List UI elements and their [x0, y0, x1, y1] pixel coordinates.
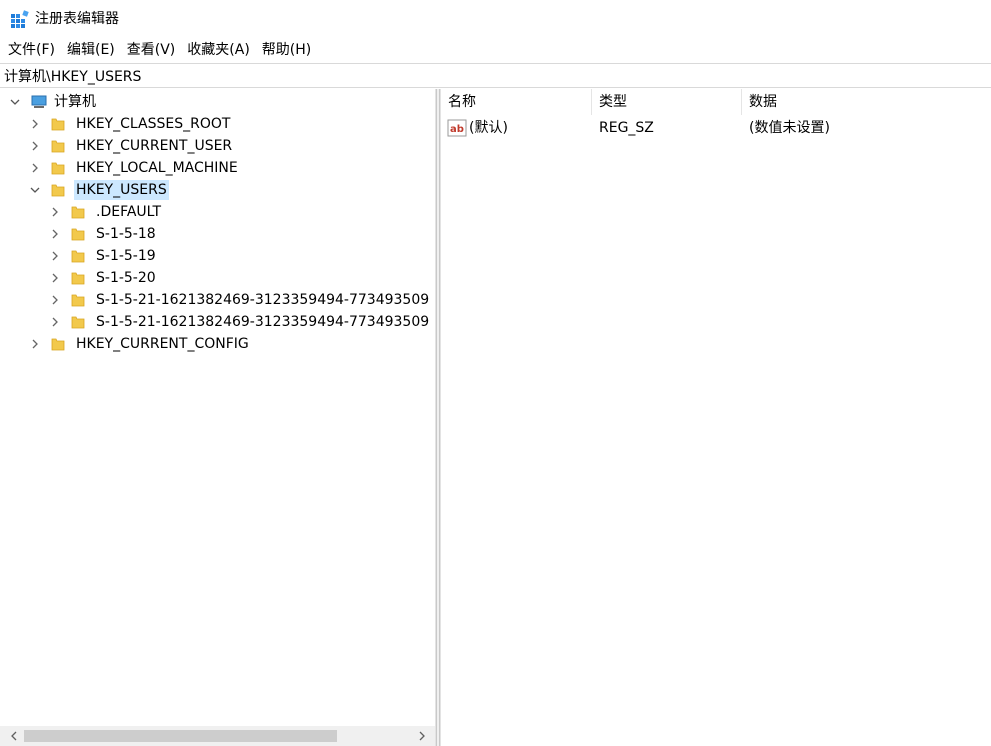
string-value-icon: ab [447, 119, 467, 137]
tree-node-hkey-classes-root[interactable]: HKEY_CLASSES_ROOT [28, 113, 232, 135]
value-type: REG_SZ [599, 120, 654, 136]
chevron-right-icon[interactable] [28, 157, 42, 179]
folder-icon [71, 250, 85, 263]
menu-favorites[interactable]: 收藏夹(A) [181, 38, 256, 63]
tree-label: S-1-5-21-1621382469-3123359494-773493509 [96, 292, 430, 308]
list-header: 名称 类型 数据 [441, 89, 991, 115]
tree-label: 计算机 [54, 94, 96, 110]
values-list-pane[interactable]: 名称 类型 数据 ab (默认) REG_SZ (数值未设置) [440, 89, 991, 746]
chevron-right-icon[interactable] [48, 289, 62, 311]
address-bar [0, 63, 991, 88]
value-row[interactable]: ab (默认) REG_SZ (数值未设置) [441, 117, 991, 139]
menu-view[interactable]: 查看(V) [121, 38, 182, 63]
folder-icon [71, 272, 85, 285]
menu-bar: 文件(F) 编辑(E) 查看(V) 收藏夹(A) 帮助(H) [0, 38, 991, 63]
menu-help[interactable]: 帮助(H) [256, 38, 317, 63]
column-header-data[interactable]: 数据 [742, 89, 991, 115]
chevron-right-icon[interactable] [48, 311, 62, 333]
title-bar: 注册表编辑器 [0, 0, 991, 38]
chevron-down-icon[interactable] [28, 179, 42, 201]
folder-icon [51, 140, 65, 153]
tree-label: .DEFAULT [96, 204, 162, 220]
value-data: (数值未设置) [749, 120, 830, 136]
chevron-right-icon[interactable] [48, 201, 62, 223]
menu-edit[interactable]: 编辑(E) [61, 38, 121, 63]
value-name-cell: ab (默认) [441, 117, 592, 139]
key-tree-pane[interactable]: 计算机 HKEY_CLASSES_ROOT HKEY_CURRENT_USER … [0, 89, 436, 746]
tree-node-s-1-5-20[interactable]: S-1-5-20 [48, 267, 158, 289]
scrollbar-thumb[interactable] [24, 730, 337, 742]
tree-label: HKEY_CURRENT_CONFIG [76, 336, 249, 352]
chevron-right-icon[interactable] [48, 267, 62, 289]
computer-icon [31, 95, 47, 108]
scroll-left-arrow-icon[interactable] [4, 726, 24, 746]
svg-text:ab: ab [450, 124, 464, 135]
chevron-down-icon[interactable] [8, 91, 22, 113]
window-title: 注册表编辑器 [35, 11, 119, 27]
folder-icon [71, 294, 85, 307]
folder-icon [51, 338, 65, 351]
tree-label: S-1-5-18 [96, 226, 156, 242]
folder-icon [71, 228, 85, 241]
tree-node-computer[interactable]: 计算机 [8, 91, 98, 113]
menu-file[interactable]: 文件(F) [2, 38, 61, 63]
tree-node-s-1-5-21-b[interactable]: S-1-5-21-1621382469-3123359494-773493509 [48, 311, 431, 333]
tree-node-hkey-current-user[interactable]: HKEY_CURRENT_USER [28, 135, 234, 157]
folder-icon [71, 316, 85, 329]
horizontal-scrollbar[interactable] [0, 726, 435, 746]
folder-icon [51, 118, 65, 131]
registry-editor-icon [11, 10, 29, 28]
column-header-type[interactable]: 类型 [592, 89, 742, 115]
chevron-right-icon[interactable] [28, 113, 42, 135]
tree-node-hkey-users[interactable]: HKEY_USERS [28, 179, 169, 201]
tree-node-hkey-local-machine[interactable]: HKEY_LOCAL_MACHINE [28, 157, 240, 179]
tree-node-s-1-5-18[interactable]: S-1-5-18 [48, 223, 158, 245]
tree-node-hkey-current-config[interactable]: HKEY_CURRENT_CONFIG [28, 333, 251, 355]
tree-node-default[interactable]: .DEFAULT [48, 201, 163, 223]
folder-open-icon [51, 184, 65, 197]
tree-label: HKEY_CURRENT_USER [76, 138, 233, 154]
value-name: (默认) [469, 120, 508, 136]
tree-label: S-1-5-20 [96, 270, 156, 286]
tree-node-s-1-5-21-a[interactable]: S-1-5-21-1621382469-3123359494-773493509 [48, 289, 431, 311]
chevron-right-icon[interactable] [28, 333, 42, 355]
folder-icon [51, 162, 65, 175]
chevron-right-icon[interactable] [48, 245, 62, 267]
tree-label: HKEY_CLASSES_ROOT [76, 116, 231, 132]
folder-icon [71, 206, 85, 219]
column-header-name[interactable]: 名称 [441, 89, 592, 115]
tree-label: HKEY_USERS [74, 180, 169, 200]
tree-label: S-1-5-19 [96, 248, 156, 264]
tree-label: S-1-5-21-1621382469-3123359494-773493509 [96, 314, 430, 330]
scroll-right-arrow-icon[interactable] [412, 726, 432, 746]
tree-label: HKEY_LOCAL_MACHINE [76, 160, 238, 176]
chevron-right-icon[interactable] [28, 135, 42, 157]
tree-node-s-1-5-19[interactable]: S-1-5-19 [48, 245, 158, 267]
address-input[interactable] [4, 67, 984, 85]
chevron-right-icon[interactable] [48, 223, 62, 245]
